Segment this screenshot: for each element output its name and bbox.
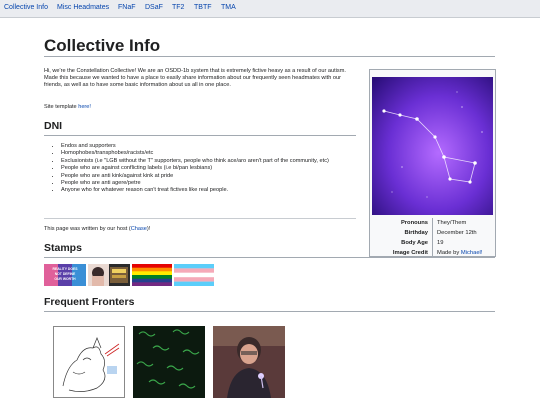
stamp-rainbow-flag [132,264,172,286]
svg-text:REALITY DOES: REALITY DOES [53,267,79,271]
infobox-label: Birthday [372,228,433,238]
author-suffix: )! [146,226,151,232]
infobox-row-body-age: Body Age 19 [372,238,493,248]
title-divider [44,56,495,57]
dni-heading: DNI [44,120,63,132]
stamp-character [88,264,130,286]
dni-item: People who are anti agere/petre [61,180,366,187]
infobox: Pronouns They/Them Birthday December 12t… [369,69,496,258]
nav-tf2[interactable]: TF2 [172,4,184,11]
section-divider [44,218,356,219]
dni-item: People who are anti kink/against kink at… [61,173,366,180]
nav-tbtf[interactable]: TBTF [194,4,212,11]
nav-fnaf[interactable]: FNaF [118,4,136,11]
stamp-reality-worth: REALITY DOES NOT DEFINE OUR WORTH [44,264,86,286]
dni-item: Endos and supporters [61,143,366,150]
dni-list: Endos and supporters Homophobes/transpho… [52,143,366,195]
intro-paragraph: Hi, we're the Constellation Collective! … [44,68,346,89]
fronter-pattern-image[interactable] [133,326,205,398]
site-template-text: Site template [44,104,79,110]
dni-item: Homophobes/transphobes/racists/etc [61,150,366,157]
site-template-link[interactable]: here! [78,104,91,110]
infobox-value: 19 [437,240,444,246]
infobox-label: Body Age [372,238,433,248]
author-link[interactable]: Chase [131,226,147,232]
stamps-heading: Stamps [44,242,82,254]
dni-item: Anyone who for whatever reason can't tre… [61,187,366,194]
nav-collective-info[interactable]: Collective Info [4,4,48,11]
infobox-value: December 12th [437,230,477,236]
top-navigation: Collective Info Misc Headmates FNaF DSaF… [0,0,540,18]
infobox-value: They/Them [437,220,467,226]
author-prefix: This page was written by our host ( [44,226,131,232]
nav-dsaf[interactable]: DSaF [145,4,163,11]
nav-misc-headmates[interactable]: Misc Headmates [57,4,109,11]
nav-tma[interactable]: TMA [221,4,236,11]
dni-item: Exclusionists (i.e "LGB without the T" s… [61,158,366,165]
fronters-heading: Frequent Fronters [44,296,135,308]
infobox-row-birthday: Birthday December 12th [372,228,493,238]
site-template-line: Site template here! [44,104,91,110]
fronter-photo-image[interactable] [213,326,285,398]
fronter-sketch-image[interactable] [53,326,125,398]
credit-link[interactable]: Michael! [461,250,483,256]
fronters-divider [44,311,495,312]
svg-text:NOT DEFINE: NOT DEFINE [55,272,76,276]
infobox-table: Pronouns They/Them Birthday December 12t… [372,218,493,258]
svg-text:OUR WORTH: OUR WORTH [54,277,76,281]
infobox-label: Pronouns [372,218,433,228]
page-title: Collective Info [44,36,161,55]
author-line: This page was written by our host (Chase… [44,226,150,232]
stamps-divider [44,257,495,258]
dni-item: People who are against conflicting label… [61,165,366,172]
infobox-row-pronouns: Pronouns They/Them [372,218,493,228]
dni-divider [44,135,356,136]
stamp-trans-flag [174,264,214,286]
constellation-image [372,77,493,215]
credit-prefix: Made by [437,250,461,256]
